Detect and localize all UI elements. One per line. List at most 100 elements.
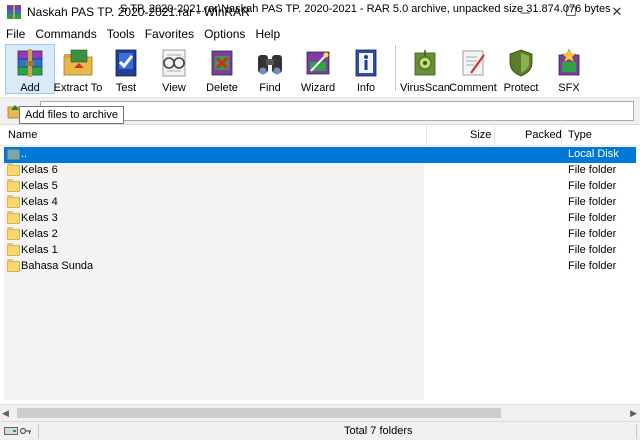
status-divider <box>636 424 637 439</box>
test-book-icon <box>110 47 142 79</box>
status-divider <box>38 424 39 439</box>
column-divider[interactable] <box>426 126 427 146</box>
sfx-button[interactable]: SFX <box>545 45 593 94</box>
table-row[interactable]: Kelas 3 File folder <box>4 211 636 227</box>
table-row[interactable]: Kelas 5 File folder <box>4 179 636 195</box>
row-type: File folder <box>568 212 617 224</box>
find-button[interactable]: Find <box>246 45 294 94</box>
sfx-archive-icon <box>553 47 585 79</box>
path-field[interactable] <box>40 101 634 121</box>
column-type[interactable]: Type <box>568 126 592 146</box>
books-archive-icon <box>14 47 46 79</box>
folder-icon <box>7 195 20 208</box>
menu-bar: File Commands Tools Favorites Options He… <box>0 24 640 43</box>
menu-favorites[interactable]: Favorites <box>140 27 199 41</box>
virusscan-button[interactable]: VirusScan <box>400 45 450 94</box>
folder-extract-icon <box>62 47 94 79</box>
delete-label: Delete <box>206 82 238 94</box>
delete-button[interactable]: Delete <box>198 45 246 94</box>
menu-file[interactable]: File <box>1 27 30 41</box>
extract-to-label: Extract To <box>53 82 103 94</box>
folder-icon <box>7 163 20 176</box>
comment-label: Comment <box>449 82 497 94</box>
virusscan-label: VirusScan <box>400 82 450 94</box>
row-name: Bahasa Sunda <box>21 260 94 272</box>
row-name: Kelas 5 <box>21 180 58 192</box>
winrar-app-icon <box>7 5 21 19</box>
binoculars-icon <box>254 47 286 79</box>
column-divider[interactable] <box>561 126 562 146</box>
column-name[interactable]: Name <box>8 126 37 146</box>
find-label: Find <box>259 82 281 94</box>
row-name: Kelas 1 <box>21 244 58 256</box>
scrollbar-thumb[interactable] <box>17 408 501 418</box>
key-icon[interactable] <box>20 426 32 436</box>
file-list[interactable]: Name Size Packed Type .. Local Disk Kela… <box>0 126 640 404</box>
status-text: Total 7 folders <box>344 425 413 437</box>
menu-help[interactable]: Help <box>250 27 285 41</box>
shield-protect-icon <box>505 47 537 79</box>
table-row[interactable]: Kelas 2 File folder <box>4 227 636 243</box>
column-size[interactable]: Size <box>470 126 491 146</box>
scroll-left-arrow-icon[interactable]: ◀ <box>2 408 9 419</box>
folder-icon <box>7 259 20 272</box>
add-button[interactable]: Add <box>5 44 55 94</box>
extract-to-button[interactable]: Extract To <box>53 45 103 94</box>
row-type: File folder <box>568 228 617 240</box>
comment-button[interactable]: Comment <box>449 45 497 94</box>
menu-tools[interactable]: Tools <box>102 27 140 41</box>
parent-folder-icon <box>7 149 20 160</box>
status-bar: Total 7 folders <box>0 421 640 440</box>
row-type: File folder <box>568 260 617 272</box>
scroll-right-arrow-icon[interactable]: ▶ <box>630 408 637 419</box>
row-name: Kelas 4 <box>21 196 58 208</box>
view-label: View <box>162 82 186 94</box>
row-name: Kelas 3 <box>21 212 58 224</box>
column-packed[interactable]: Packed <box>525 126 562 146</box>
view-button[interactable]: View <box>150 45 198 94</box>
info-icon <box>350 47 382 79</box>
wizard-label: Wizard <box>300 82 336 94</box>
toolbar: Add Extract To Test View Delete Find Wiz… <box>0 43 640 95</box>
archive-path-text: S TP. 2020-2021.rar\Naskah PAS TP. 2020-… <box>120 3 611 15</box>
glasses-view-icon <box>158 47 190 79</box>
protect-label: Protect <box>503 82 539 94</box>
add-label: Add <box>20 82 40 94</box>
folder-icon <box>7 211 20 224</box>
test-label: Test <box>115 82 137 94</box>
sfx-label: SFX <box>558 82 580 94</box>
wizard-button[interactable]: Wizard <box>294 45 342 94</box>
table-row[interactable]: Kelas 4 File folder <box>4 195 636 211</box>
menu-commands[interactable]: Commands <box>30 27 101 41</box>
delete-icon <box>206 47 238 79</box>
row-name: .. <box>21 148 28 160</box>
wizard-wand-icon <box>302 47 334 79</box>
info-label: Info <box>356 82 376 94</box>
row-type: File folder <box>568 164 617 176</box>
test-button[interactable]: Test <box>102 45 150 94</box>
drive-icon[interactable] <box>4 426 18 436</box>
column-divider[interactable] <box>494 126 495 146</box>
protect-button[interactable]: Protect <box>497 45 545 94</box>
comment-pen-icon <box>457 47 489 79</box>
row-type: Local Disk <box>568 148 619 160</box>
table-row[interactable]: Kelas 1 File folder <box>4 243 636 259</box>
row-type: File folder <box>568 244 617 256</box>
row-name: Kelas 6 <box>21 164 58 176</box>
folder-icon <box>7 179 20 192</box>
row-name: Kelas 2 <box>21 228 58 240</box>
table-row[interactable]: Bahasa Sunda File folder <box>4 259 636 275</box>
row-type: File folder <box>568 196 617 208</box>
table-row[interactable]: .. Local Disk <box>4 147 636 163</box>
menu-options[interactable]: Options <box>199 27 250 41</box>
row-type: File folder <box>568 180 617 192</box>
folder-icon <box>7 243 20 256</box>
tooltip: Add files to archive <box>19 106 124 124</box>
folder-icon <box>7 227 20 240</box>
info-button[interactable]: Info <box>342 45 390 94</box>
virus-scan-icon <box>409 47 441 79</box>
table-row[interactable]: Kelas 6 File folder <box>4 163 636 179</box>
toolbar-separator <box>395 45 396 91</box>
column-header: Name Size Packed Type <box>0 126 640 146</box>
horizontal-scrollbar[interactable]: ◀ ▶ <box>0 404 640 421</box>
